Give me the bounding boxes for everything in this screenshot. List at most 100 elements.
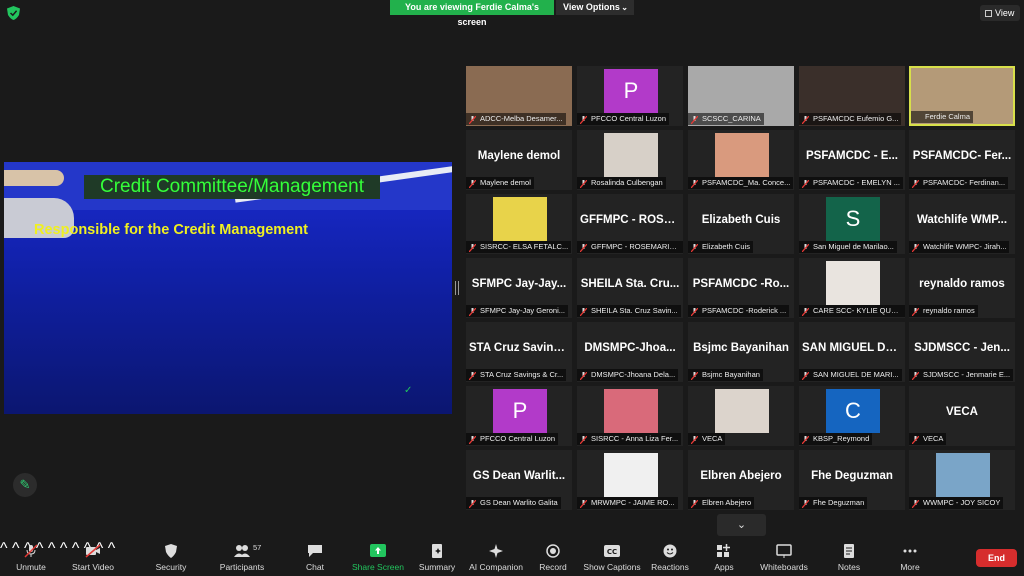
chevron-down-icon: ⌄ <box>736 519 747 531</box>
participant-tile[interactable]: ADCC-Melba Desamer... <box>466 66 572 126</box>
share-screen-button[interactable]: Share Screen <box>352 544 404 576</box>
participant-tile[interactable]: Maylene demol Maylene demol <box>466 130 572 190</box>
participant-tile[interactable]: PSFAMCDC -Ro... PSFAMCDC -Roderick ... <box>688 258 794 318</box>
participant-video <box>604 453 658 497</box>
participant-tile[interactable]: PSFAMCDC Eufemio G... <box>799 66 905 126</box>
participant-tile[interactable]: Rosalinda Culbengan <box>577 130 683 190</box>
participant-tile[interactable]: SJDMSCC - Jen... SJDMSCC - Jenmarie E... <box>909 322 1015 382</box>
participant-tile[interactable]: C KBSP_Reymond <box>799 386 905 446</box>
slide-title: Credit Committee/Management <box>84 175 380 199</box>
notes-icon <box>844 544 854 558</box>
shared-screen: Credit Committee/Management Responsible … <box>4 162 452 414</box>
participant-tile[interactable]: SFMPC Jay-Jay... SFMPC Jay-Jay Geroni... <box>466 258 572 318</box>
participant-tile[interactable]: PSFAMCDC - E... PSFAMCDC - EMELYN ... <box>799 130 905 190</box>
participant-tile[interactable]: SISRCC- ELSA FETALC... <box>466 194 572 254</box>
participant-tile[interactable]: P PFCCO Central Luzon <box>577 66 683 126</box>
microphone-muted-icon <box>802 116 809 124</box>
participant-display-name: Watchlife WMP... <box>916 214 1008 226</box>
participant-tile[interactable]: WWMPC - JOY SICOY <box>909 450 1015 510</box>
participant-tile[interactable]: P PFCCO Central Luzon <box>466 386 572 446</box>
participant-name-label: KBSP_Reymond <box>799 433 873 445</box>
record-button[interactable]: Record <box>536 544 570 576</box>
video-off-icon <box>85 544 101 558</box>
participant-tile[interactable]: GFFMPC - ROSE... GFFMPC - ROSEMARIE... <box>577 194 683 254</box>
end-meeting-button[interactable]: End <box>976 549 1017 567</box>
participant-display-name: SFMPC Jay-Jay... <box>471 278 567 290</box>
participant-tile[interactable]: GS Dean Warlit... GS Dean Warlito Galita <box>466 450 572 510</box>
participant-name-label: Watchlife WMPC- Jirah... <box>909 241 1010 253</box>
participant-name-label: SAN MIGUEL DE MARI... <box>799 369 902 381</box>
participant-display-name: STA Cruz Saving... <box>469 342 570 354</box>
participant-tile[interactable]: SISRCC - Anna Liza Fer... <box>577 386 683 446</box>
participant-tile[interactable]: reynaldo ramos reynaldo ramos <box>909 258 1015 318</box>
microphone-muted-icon <box>912 180 919 188</box>
participant-tile[interactable]: Bsjmc Bayanihan Bsjmc Bayanihan <box>688 322 794 382</box>
summary-button[interactable]: Summary <box>418 544 456 576</box>
participant-tile[interactable]: PSFAMCDC- Fer... PSFAMCDC- Ferdinan... <box>909 130 1015 190</box>
participant-display-name: Elbren Abejero <box>700 470 782 482</box>
participant-tile[interactable]: DMSMPC-Jhoa... DMSMPC-Jhoana Dela... <box>577 322 683 382</box>
microphone-muted-icon <box>912 436 919 444</box>
participant-display-name: VECA <box>946 406 978 418</box>
notes-button[interactable]: Notes <box>832 544 866 576</box>
apps-label: Apps <box>714 562 734 572</box>
participant-tile[interactable]: Watchlife WMP... Watchlife WMPC- Jirah... <box>909 194 1015 254</box>
participant-tile[interactable]: SAN MIGUEL DE... SAN MIGUEL DE MARI... <box>799 322 905 382</box>
more-dots-icon <box>903 549 917 553</box>
notes-label: Notes <box>837 562 861 572</box>
participant-name-label: SFMPC Jay-Jay Geroni... <box>466 305 569 317</box>
participant-name-label: PSFAMCDC_Ma. Conce... <box>688 177 794 189</box>
participant-name-label: WWMPC - JOY SICOY <box>909 497 1004 509</box>
view-options-button[interactable]: View Options ⌄ <box>556 0 634 15</box>
participant-tile[interactable]: CARE SCC- KYLIE QUE... <box>799 258 905 318</box>
microphone-muted-icon <box>912 308 919 316</box>
ai-companion-button[interactable]: AI Companion <box>468 544 524 576</box>
participant-tile[interactable]: SHEILA Sta. Cru... SHEILA Sta. Cruz Savin… <box>577 258 683 318</box>
split-resize-handle[interactable] <box>455 281 459 295</box>
chat-button[interactable]: Chat <box>300 544 330 576</box>
show-captions-button[interactable]: CC Show Captions <box>582 544 642 576</box>
audio-options-caret-icon[interactable]: ^ <box>0 540 8 557</box>
participant-avatar-letter: P <box>604 69 658 113</box>
participant-tile[interactable]: Elbren Abejero Elbren Abejero <box>688 450 794 510</box>
security-button[interactable]: Security <box>150 544 192 576</box>
chat-icon <box>308 545 322 557</box>
participant-name-label: SISRCC - Anna Liza Fer... <box>577 433 682 445</box>
participant-tile[interactable]: VECA VECA <box>909 386 1015 446</box>
apps-button[interactable]: Apps <box>708 544 740 576</box>
whiteboards-button[interactable]: Whiteboards <box>758 544 810 576</box>
participant-name-label: SISRCC- ELSA FETALC... <box>466 241 572 253</box>
record-icon <box>546 544 560 558</box>
participant-tile[interactable]: SCSCC_CARINA <box>688 66 794 126</box>
participant-avatar-letter: C <box>826 389 880 433</box>
microphone-muted-icon <box>469 180 476 188</box>
start-video-button[interactable]: Start Video <box>70 544 116 576</box>
captions-options-caret-icon[interactable]: ^ <box>60 540 68 557</box>
shield-icon[interactable] <box>7 6 20 20</box>
record-label: Record <box>539 562 567 572</box>
participant-tile[interactable]: Fhe Deguzman Fhe Deguzman <box>799 450 905 510</box>
participant-tile[interactable]: PSFAMCDC_Ma. Conce... <box>688 130 794 190</box>
unmute-button[interactable]: Unmute <box>10 544 52 576</box>
participant-tile[interactable]: STA Cruz Saving... STA Cruz Savings & Cr.… <box>466 322 572 382</box>
participant-name-label: DMSMPC-Jhoana Dela... <box>577 369 679 381</box>
gallery-next-page-button[interactable]: ⌄ <box>717 514 766 536</box>
view-button[interactable]: View <box>980 5 1020 21</box>
whiteboards-label: Whiteboards <box>760 562 808 572</box>
participant-name-label: CARE SCC- KYLIE QUE... <box>799 305 905 317</box>
participant-tile[interactable]: VECA <box>688 386 794 446</box>
participant-tile[interactable]: S San Miguel de Marilao... <box>799 194 905 254</box>
participant-tile[interactable]: MRWMPC - JAIME RO... <box>577 450 683 510</box>
microphone-muted-icon <box>802 500 809 508</box>
chevron-down-icon: ⌄ <box>621 3 628 12</box>
top-bar: You are viewing Ferdie Calma's screen Vi… <box>0 0 1024 27</box>
participant-display-name: Bsjmc Bayanihan <box>693 342 789 354</box>
annotate-pencil-icon[interactable]: ✎ <box>13 473 37 497</box>
microphone-muted-icon <box>912 244 919 252</box>
reactions-button[interactable]: Reactions <box>650 544 690 576</box>
participant-tile[interactable]: Elizabeth Cuis Elizabeth Cuis <box>688 194 794 254</box>
participant-name-label: PSFAMCDC -Roderick ... <box>688 305 790 317</box>
more-button[interactable]: More <box>894 544 926 576</box>
participant-tile[interactable]: Ferdie Calma <box>909 66 1015 126</box>
participant-name-label: PSFAMCDC - EMELYN ... <box>799 177 903 189</box>
